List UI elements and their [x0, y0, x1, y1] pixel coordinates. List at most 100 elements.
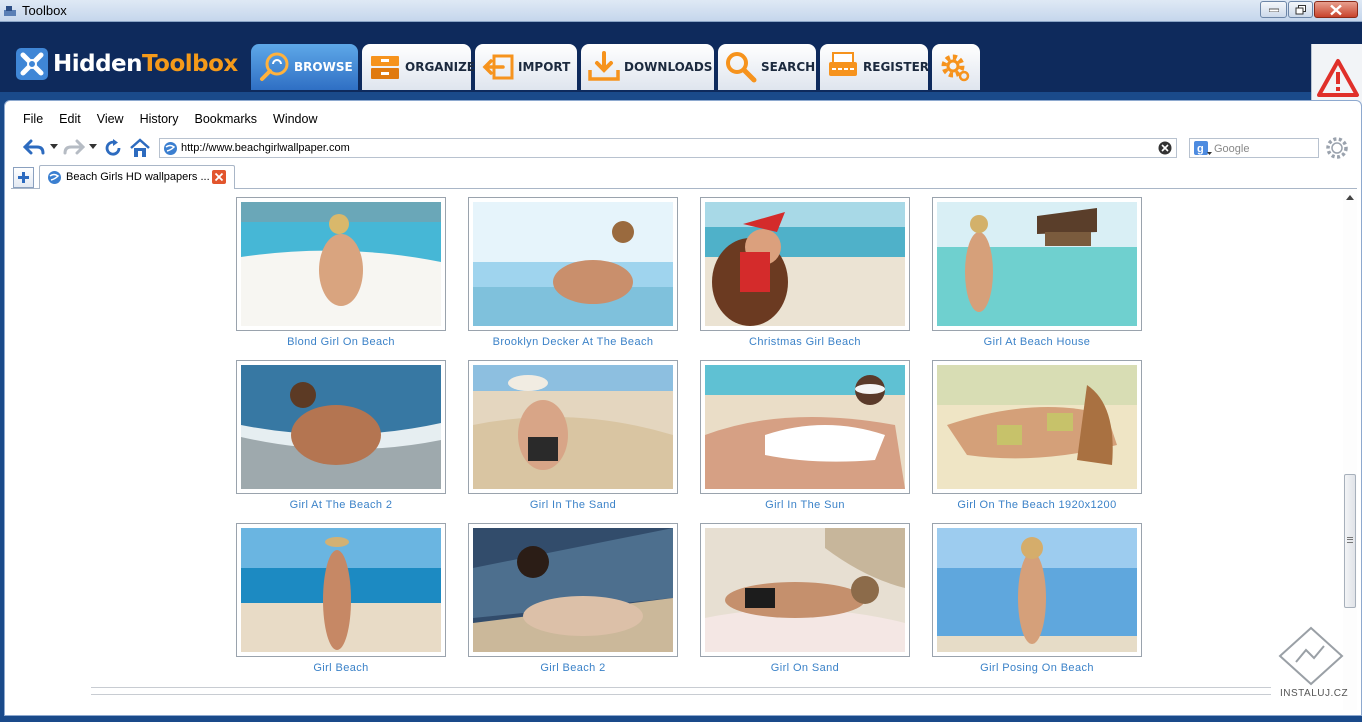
wallpaper-caption-link[interactable]: Girl Beach	[236, 662, 446, 674]
thumbnail[interactable]	[932, 523, 1142, 657]
tab-settings[interactable]	[932, 44, 980, 90]
svg-text:g: g	[1197, 143, 1204, 155]
gallery-item[interactable]: Girl Beach	[236, 523, 446, 674]
minimize-button[interactable]	[1260, 1, 1287, 18]
wallpaper-caption-link[interactable]: Girl At The Beach 2	[236, 499, 446, 511]
clear-url-icon[interactable]	[1158, 141, 1172, 155]
url-input[interactable]	[181, 140, 1141, 156]
wallpaper-thumbnail-image	[473, 528, 673, 652]
tab-import[interactable]: IMPORT	[475, 44, 577, 90]
app-icon	[4, 6, 16, 16]
back-dropdown-icon[interactable]	[50, 144, 58, 149]
menu-bar: File Edit View History Bookmarks Window	[15, 109, 325, 129]
globe-icon	[164, 142, 177, 155]
wallpaper-thumbnail-image	[241, 365, 441, 489]
thumbnail[interactable]	[700, 197, 910, 331]
scrollbar-thumb[interactable]	[1344, 474, 1356, 608]
app-logo: HiddenToolbox	[16, 48, 238, 80]
thumbnail[interactable]	[700, 360, 910, 494]
menu-view[interactable]: View	[89, 109, 132, 129]
watermark: INSTALUJ.CZ	[1276, 626, 1352, 706]
import-icon	[482, 54, 514, 80]
wallpaper-caption-link[interactable]: Girl Beach 2	[468, 662, 678, 674]
thumbnail[interactable]	[468, 197, 678, 331]
wallpaper-caption-link[interactable]: Girl At Beach House	[932, 336, 1142, 348]
search-box[interactable]: g	[1189, 138, 1319, 158]
thumbnail[interactable]	[932, 197, 1142, 331]
search-icon	[726, 52, 757, 83]
tab-globe-icon	[48, 171, 61, 184]
scroll-up-arrow-icon[interactable]	[1346, 195, 1354, 200]
downloads-icon	[588, 51, 620, 81]
menu-bookmarks[interactable]: Bookmarks	[186, 109, 265, 129]
gallery-item[interactable]: Blond Girl On Beach	[236, 197, 446, 348]
wallpaper-thumbnail-image	[937, 202, 1137, 326]
forward-dropdown-icon[interactable]	[89, 144, 97, 149]
gallery-item[interactable]: Brooklyn Decker At The Beach	[468, 197, 678, 348]
gallery-item[interactable]: Girl On The Beach 1920x1200	[932, 360, 1142, 511]
forward-icon[interactable]	[63, 138, 85, 156]
thumbnail[interactable]	[700, 523, 910, 657]
browse-icon	[260, 52, 289, 81]
gallery-item[interactable]: Girl On Sand	[700, 523, 910, 674]
thumbnail[interactable]	[468, 360, 678, 494]
wallpaper-caption-link[interactable]: Brooklyn Decker At The Beach	[468, 336, 678, 348]
thumbnail[interactable]	[236, 197, 446, 331]
wallpaper-caption-link[interactable]: Girl Posing On Beach	[932, 662, 1142, 674]
close-window-button[interactable]	[1314, 1, 1358, 18]
menu-edit[interactable]: Edit	[51, 109, 89, 129]
navigation-toolbar: g	[23, 136, 1353, 160]
address-bar[interactable]	[159, 138, 1177, 158]
wallpaper-caption-link[interactable]: Girl In The Sand	[468, 499, 678, 511]
browser-tab[interactable]: Beach Girls HD wallpapers ...	[39, 165, 235, 189]
register-icon	[829, 52, 857, 76]
plus-icon	[18, 172, 29, 183]
back-icon[interactable]	[23, 138, 45, 156]
wallpaper-caption-link[interactable]: Blond Girl On Beach	[236, 336, 446, 348]
restore-icon	[1295, 4, 1306, 14]
menu-history[interactable]: History	[132, 109, 187, 129]
browser-tab-bar: Beach Girls HD wallpapers ...	[11, 165, 1357, 189]
browser-settings-icon[interactable]	[1325, 136, 1349, 160]
reload-icon[interactable]	[103, 138, 123, 158]
thumbnail[interactable]	[236, 360, 446, 494]
window-titlebar: Toolbox	[0, 0, 1362, 22]
gallery-item[interactable]: Girl In The Sand	[468, 360, 678, 511]
home-icon[interactable]	[129, 138, 151, 158]
thumbnail[interactable]	[932, 360, 1142, 494]
close-tab-button[interactable]	[212, 170, 226, 184]
wallpaper-thumbnail-image	[705, 528, 905, 652]
google-search-icon: g	[1194, 141, 1212, 155]
wallpaper-thumbnail-image	[937, 528, 1137, 652]
settings-gear-icon	[941, 54, 970, 82]
gallery-item[interactable]: Christmas Girl Beach	[700, 197, 910, 348]
tab-search[interactable]: SEARCH	[718, 44, 816, 90]
thumbnail[interactable]	[236, 523, 446, 657]
watermark-text: INSTALUJ.CZ	[1280, 688, 1349, 699]
maximize-button[interactable]	[1288, 1, 1313, 18]
gallery-item[interactable]: Girl At The Beach 2	[236, 360, 446, 511]
gallery-item[interactable]: Girl Posing On Beach	[932, 523, 1142, 674]
tab-organize[interactable]: ORGANIZE	[362, 44, 475, 90]
gallery-item[interactable]: Girl In The Sun	[700, 360, 910, 511]
menu-window[interactable]: Window	[265, 109, 325, 129]
window-title: Toolbox	[22, 3, 67, 18]
wallpaper-caption-link[interactable]: Girl In The Sun	[700, 499, 910, 511]
gallery-item[interactable]: Girl Beach 2	[468, 523, 678, 674]
watermark-logo-icon	[1278, 626, 1344, 686]
gallery-item[interactable]: Girl At Beach House	[932, 197, 1142, 348]
menu-file[interactable]: File	[15, 109, 51, 129]
wallpaper-caption-link[interactable]: Girl On The Beach 1920x1200	[932, 499, 1142, 511]
wallpaper-thumbnail-image	[473, 365, 673, 489]
tab-register[interactable]: REGISTER	[820, 44, 929, 90]
wallpaper-thumbnail-image	[241, 528, 441, 652]
tab-downloads[interactable]: DOWNLOADS	[581, 44, 714, 90]
wallpaper-thumbnail-image	[473, 202, 673, 326]
wallpaper-thumbnail-image	[241, 202, 441, 326]
new-tab-button[interactable]	[13, 167, 34, 188]
search-input[interactable]	[1214, 141, 1314, 156]
wallpaper-caption-link[interactable]: Girl On Sand	[700, 662, 910, 674]
tab-browse[interactable]: BROWSE	[251, 44, 358, 90]
thumbnail[interactable]	[468, 523, 678, 657]
wallpaper-caption-link[interactable]: Christmas Girl Beach	[700, 336, 910, 348]
